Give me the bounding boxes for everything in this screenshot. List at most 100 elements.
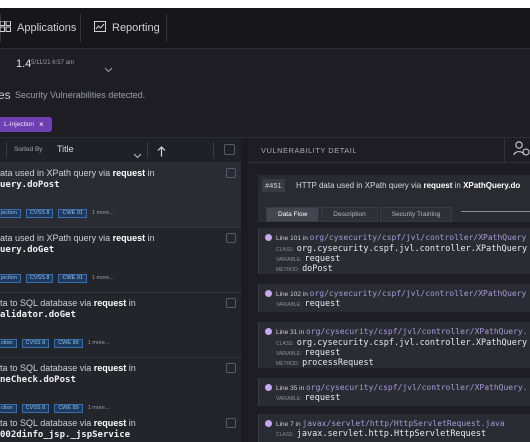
tab-description[interactable]: Description xyxy=(321,207,378,222)
more-tags-link[interactable]: 1 more... xyxy=(88,405,110,411)
cvss-tag: CVSS 8 xyxy=(21,403,50,413)
flow-step-location: Line 35 in org/cysecurity/cspf/jvl/contr… xyxy=(276,383,528,392)
flow-step-detail: CLASS: org.cysecurity.cspf.jvl.controller… xyxy=(276,338,528,348)
sort-divider xyxy=(147,142,148,158)
list-item-title: ata used in XPath query via request in xyxy=(0,233,155,243)
flow-step-detail: VARIABLE: request xyxy=(276,393,341,403)
list-item[interactable]: ta to SQL database via request in 002din… xyxy=(0,413,241,442)
chevron-down-icon[interactable] xyxy=(104,60,113,78)
list-item[interactable]: ata used in XPath query via request in u… xyxy=(0,228,241,293)
flow-step-detail: VARIABLE: request xyxy=(276,254,341,264)
nav-tab-label: Reporting xyxy=(112,22,160,34)
data-flow-step[interactable]: Line 31 in org/cysecurity/cspf/jvl/contr… xyxy=(258,322,530,368)
top-nav: Applications Reporting xyxy=(0,8,530,49)
flow-node-icon xyxy=(265,290,272,297)
panel-divider xyxy=(241,138,248,442)
nav-tab-label: Applications xyxy=(17,22,77,34)
cvss-tag: CVSS 8 xyxy=(25,273,54,283)
data-flow-step[interactable]: Line 102 in org/cysecurity/cspf/jvl/cont… xyxy=(258,284,530,312)
sort-bar: Sorted By Title xyxy=(0,138,241,163)
flow-step-location: Line 101 in org/cysecurity/cspf/jvl/cont… xyxy=(276,233,527,242)
list-item-tags: ction CVSS 8 CWE 89 1 more... xyxy=(0,403,109,413)
flow-step-location: Line 31 in org/cysecurity/cspf/jvl/contr… xyxy=(276,327,528,336)
sorted-by-label: Sorted By xyxy=(14,146,43,153)
nav-divider xyxy=(80,14,81,42)
select-all-checkbox[interactable] xyxy=(224,144,235,155)
flow-step-detail: VARIABLE: request xyxy=(276,299,341,309)
nav-divider xyxy=(166,14,167,42)
flow-step-detail: METHOD: processRequest xyxy=(276,358,374,368)
cwe-tag: CWE 89 xyxy=(54,403,83,413)
filter-chip[interactable]: L-Injection × xyxy=(0,117,52,132)
flow-step-detail: VARIABLE: request xyxy=(276,348,341,358)
list-item-location: uery.doPost xyxy=(0,180,60,190)
more-tags-link[interactable]: 1 more... xyxy=(88,340,110,346)
flow-step-location: Line 7 in javax/servlet/http/HttpServlet… xyxy=(276,419,505,428)
data-flow-step[interactable]: Line 101 in org/cysecurity/cspf/jvl/cont… xyxy=(258,228,530,274)
sort-direction-icon[interactable] xyxy=(157,144,166,162)
detail-header: VULNERABILITY DETAIL xyxy=(248,138,530,163)
flow-node-icon xyxy=(265,384,272,391)
nav-tab-reporting[interactable]: Reporting xyxy=(94,16,160,40)
list-item-checkbox[interactable] xyxy=(226,233,236,243)
tab-security-training[interactable]: Security Training xyxy=(379,207,453,222)
list-item[interactable]: ta to SQL database via request in alidat… xyxy=(0,293,241,358)
more-tags-link[interactable]: 1 more... xyxy=(92,275,114,281)
chart-icon xyxy=(94,21,112,35)
list-item-tags: ction CVSS 8 CWE 89 1 more... xyxy=(0,338,109,348)
connector-line xyxy=(461,211,530,212)
flow-node-icon xyxy=(265,420,272,427)
version-date: 5/11/21 6:57 am xyxy=(31,60,74,66)
list-item-location: uery.doGet xyxy=(0,245,55,255)
tab-data-flow[interactable]: Data Flow xyxy=(266,207,320,222)
sort-divider xyxy=(6,142,7,158)
assign-user-icon[interactable] xyxy=(513,140,530,163)
app-window: Applications Reporting 1.4 5/11/21 6:57 … xyxy=(0,8,530,442)
flow-step-location: Line 102 in org/cysecurity/cspf/jvl/cont… xyxy=(276,289,527,298)
flow-node-icon xyxy=(265,328,272,335)
sort-select[interactable]: Title xyxy=(57,144,74,154)
chevron-down-icon[interactable] xyxy=(133,146,142,164)
grid-icon xyxy=(0,20,17,35)
version-number[interactable]: 1.4 xyxy=(16,58,31,70)
vulnerability-count: es xyxy=(0,88,11,102)
list-item-tags: jection CVSS 8 CWE 91 1 more... xyxy=(0,273,114,283)
more-tags-link[interactable]: 1 more... xyxy=(92,210,114,216)
flow-step-detail: METHOD: doPost xyxy=(276,264,333,274)
data-flow-step[interactable]: Line 35 in org/cysecurity/cspf/jvl/contr… xyxy=(258,378,530,406)
list-item[interactable]: ata used in XPath query via request in u… xyxy=(0,163,241,228)
flow-node-icon xyxy=(265,234,272,241)
cvss-tag: CVSS 8 xyxy=(25,208,54,218)
cvss-tag: CVSS 8 xyxy=(21,338,50,348)
list-item-checkbox[interactable] xyxy=(226,418,236,428)
list-item-title: ta to SQL database via request in xyxy=(0,418,136,428)
vulnerability-title: HTTP data used in XPath query via reques… xyxy=(296,181,521,190)
list-item-location: 002dinfo_jsp._jspService xyxy=(0,430,131,440)
list-item-title: ta to SQL database via request in xyxy=(0,298,136,308)
category-tag: ction xyxy=(0,338,17,348)
category-tag: jection xyxy=(0,273,21,283)
category-tag: ction xyxy=(0,403,17,413)
list-item-location: neCheck.doPost xyxy=(0,375,76,385)
list-item-title: ta to SQL database via request in xyxy=(0,363,136,373)
list-item-checkbox[interactable] xyxy=(226,168,236,178)
flow-step-detail: CLASS: javax.servlet.http.HttpServletRequ… xyxy=(276,429,487,439)
close-icon[interactable]: × xyxy=(39,120,44,129)
vulnerability-detail-panel: VULNERABILITY DETAIL #451 HTTP data used… xyxy=(248,138,530,442)
nav-tab-applications[interactable]: Applications xyxy=(0,16,76,40)
vulnerability-id: #451 xyxy=(262,179,285,192)
list-item-title: ata used in XPath query via request in xyxy=(0,168,155,178)
list-item-tags: jection CVSS 8 CWE 91 1 more... xyxy=(0,208,114,218)
header-divider xyxy=(504,138,505,162)
list-item-checkbox[interactable] xyxy=(226,363,236,373)
flow-step-detail: CLASS: org.cysecurity.cspf.jvl.controller… xyxy=(276,244,528,254)
list-item-checkbox[interactable] xyxy=(226,298,236,308)
data-flow-step[interactable]: Line 7 in javax/servlet/http/HttpServlet… xyxy=(258,414,530,442)
detail-tabs: Data Flow Description Security Training xyxy=(266,207,454,222)
version-row: 1.4 5/11/21 6:57 am xyxy=(0,54,530,80)
vulnerability-list-panel: Sorted By Title ata used in XPath query … xyxy=(0,138,242,442)
filter-chip-label: L-Injection xyxy=(4,121,34,128)
vulnerability-summary: es Security Vulnerabilities detected. xyxy=(0,86,530,106)
category-tag: jection xyxy=(0,208,21,218)
cwe-tag: CWE 91 xyxy=(58,208,87,218)
